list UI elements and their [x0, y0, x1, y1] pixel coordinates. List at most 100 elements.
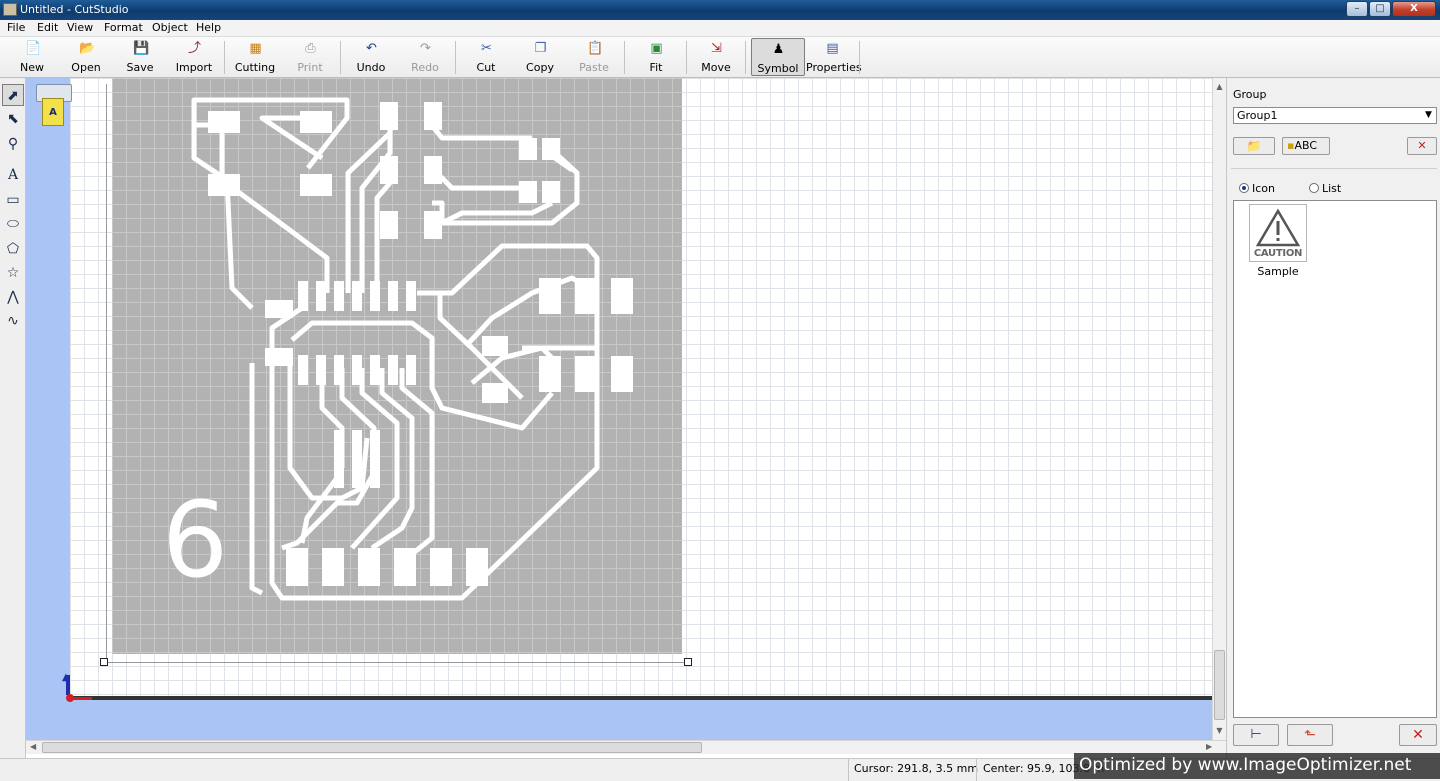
new-document-icon: 📄 [25, 41, 42, 56]
menu-file[interactable]: File [7, 21, 25, 34]
symbol-person-icon: ♟ [772, 42, 785, 57]
status-divider [976, 759, 977, 781]
open-folder-icon: 📂 [79, 41, 96, 56]
rename-group-button[interactable]: ▪ABC [1282, 137, 1330, 155]
selection-handle[interactable] [100, 658, 108, 666]
origin-x-axis-icon [74, 697, 92, 700]
horizontal-scroll-thumb[interactable] [42, 742, 702, 753]
polygon-icon[interactable]: ⬠ [2, 238, 24, 260]
drawing-canvas[interactable]: A 6 ▲ [26, 78, 1212, 740]
toolbar-separator [686, 41, 687, 74]
insert-arrow-icon: ⬑ [1304, 727, 1316, 743]
toolbar: 📄 New 📂 Open 💾 Save ⤴ Import ▦ Cutting ⎙… [0, 37, 1440, 78]
scroll-right-icon[interactable]: ▶ [1206, 742, 1212, 751]
insert-symbol-button[interactable]: ⬑ [1287, 724, 1333, 746]
horizontal-scrollbar[interactable]: ◀ ▶ [26, 740, 1226, 754]
view-list-radio[interactable] [1309, 183, 1319, 193]
app-icon[interactable] [3, 3, 17, 16]
cutting-plotter-icon: ▦ [249, 41, 262, 56]
polyline-icon[interactable]: ⋀ [2, 286, 24, 308]
import-icon: ⤴ [187, 41, 201, 56]
scroll-up-icon[interactable]: ▲ [1214, 82, 1225, 92]
text-icon[interactable]: A [2, 164, 24, 186]
undo-button[interactable]: ↶ Undo [349, 38, 393, 76]
menu-format[interactable]: Format [104, 21, 143, 34]
open-button[interactable]: 📂 Open [64, 38, 108, 76]
add-symbol-button[interactable]: ⊢ [1233, 724, 1279, 746]
star-icon[interactable]: ☆ [2, 262, 24, 284]
save-button[interactable]: 💾 Save [118, 38, 162, 76]
copy-icon: ❐ [534, 41, 547, 56]
cutting-area-printer-icon[interactable]: A [32, 84, 76, 134]
toolbar-separator [224, 41, 225, 74]
view-icon-radio[interactable] [1239, 183, 1249, 193]
move-origin-icon: ⇲ [711, 41, 722, 56]
properties-icon: ▤ [826, 41, 839, 56]
vertical-scrollbar[interactable]: ▲ ▼ [1212, 78, 1226, 740]
rectangle-icon[interactable]: ▭ [2, 189, 24, 211]
delete-folder-icon: ✕ [1417, 139, 1427, 152]
scroll-left-icon[interactable]: ◀ [30, 742, 36, 751]
scissors-icon: ✂ [481, 41, 492, 56]
add-symbol-icon: ⊢ [1250, 727, 1262, 742]
node-edit-icon[interactable]: ⬉ [2, 108, 24, 130]
maximize-button[interactable]: □ [1369, 1, 1391, 17]
properties-button[interactable]: ▤ Properties [806, 38, 862, 76]
view-icon-label: Icon [1252, 182, 1275, 195]
title-bar: Untitled - CutStudio – □ X [0, 0, 1440, 20]
group-select-value: Group1 [1237, 109, 1278, 122]
toolbar-separator [624, 41, 625, 74]
symbol-button[interactable]: ♟ Symbol [751, 38, 805, 76]
paste-button[interactable]: 📋 Paste [572, 38, 616, 76]
minimize-button[interactable]: – [1346, 1, 1368, 17]
select-arrow-icon[interactable]: ⬈ [2, 84, 24, 106]
media-baseline [70, 696, 1212, 700]
caution-text: CAUTION [1253, 248, 1303, 259]
cut-button[interactable]: ✂ Cut [464, 38, 508, 76]
view-list-label: List [1322, 182, 1342, 195]
menu-edit[interactable]: Edit [37, 21, 58, 34]
scroll-down-icon[interactable]: ▼ [1214, 726, 1225, 736]
toolbar-separator [745, 41, 746, 74]
chevron-down-icon: ▼ [1425, 110, 1432, 120]
toolbar-separator [859, 41, 860, 74]
close-button[interactable]: X [1392, 1, 1436, 17]
move-button[interactable]: ⇲ Move [694, 38, 738, 76]
menu-object[interactable]: Object [152, 21, 188, 34]
new-button[interactable]: 📄 New [10, 38, 54, 76]
ellipse-icon[interactable]: ⬭ [2, 213, 24, 235]
print-button[interactable]: ⎙ Print [288, 38, 332, 76]
group-select[interactable]: Group1 ▼ [1233, 107, 1437, 124]
selection-handle[interactable] [684, 658, 692, 666]
paste-clipboard-icon: 📋 [587, 41, 604, 56]
symbol-panel: Group Group1 ▼ 📁 ▪ABC ✕ Icon List CAUTIO… [1226, 78, 1440, 758]
curve-icon[interactable]: ∿ [2, 310, 24, 332]
bounding-box-edge [106, 84, 107, 664]
vertical-scroll-thumb[interactable] [1214, 650, 1225, 720]
new-group-button[interactable]: 📁 [1233, 137, 1275, 155]
redo-button[interactable]: ↷ Redo [403, 38, 447, 76]
symbol-list[interactable]: CAUTION Sample [1233, 200, 1437, 718]
redo-arrow-icon: ↷ [420, 41, 431, 56]
pcb-number-label: 6 [162, 479, 229, 601]
delete-icon: ✕ [1412, 727, 1424, 743]
import-button[interactable]: ⤴ Import [172, 38, 216, 76]
copy-button[interactable]: ❐ Copy [518, 38, 562, 76]
menu-help[interactable]: Help [196, 21, 221, 34]
fit-button[interactable]: ▣ Fit [634, 38, 678, 76]
bounding-box-edge [106, 662, 686, 663]
zoom-icon[interactable]: ⚲ [2, 133, 24, 155]
menu-view[interactable]: View [67, 21, 93, 34]
symbol-item-sample[interactable]: CAUTION [1249, 204, 1307, 262]
panel-divider [1231, 168, 1437, 169]
toolbar-separator [340, 41, 341, 74]
delete-group-button[interactable]: ✕ [1407, 137, 1437, 155]
undo-arrow-icon: ↶ [366, 41, 377, 56]
origin-point-icon[interactable] [66, 694, 74, 702]
delete-symbol-button[interactable]: ✕ [1399, 724, 1437, 746]
cutting-button[interactable]: ▦ Cutting [231, 38, 279, 76]
pcb-layout-image[interactable]: 6 [112, 78, 682, 654]
new-folder-icon: 📁 [1246, 139, 1262, 153]
save-disk-icon: 💾 [133, 41, 150, 56]
fit-to-page-icon: ▣ [650, 41, 663, 56]
